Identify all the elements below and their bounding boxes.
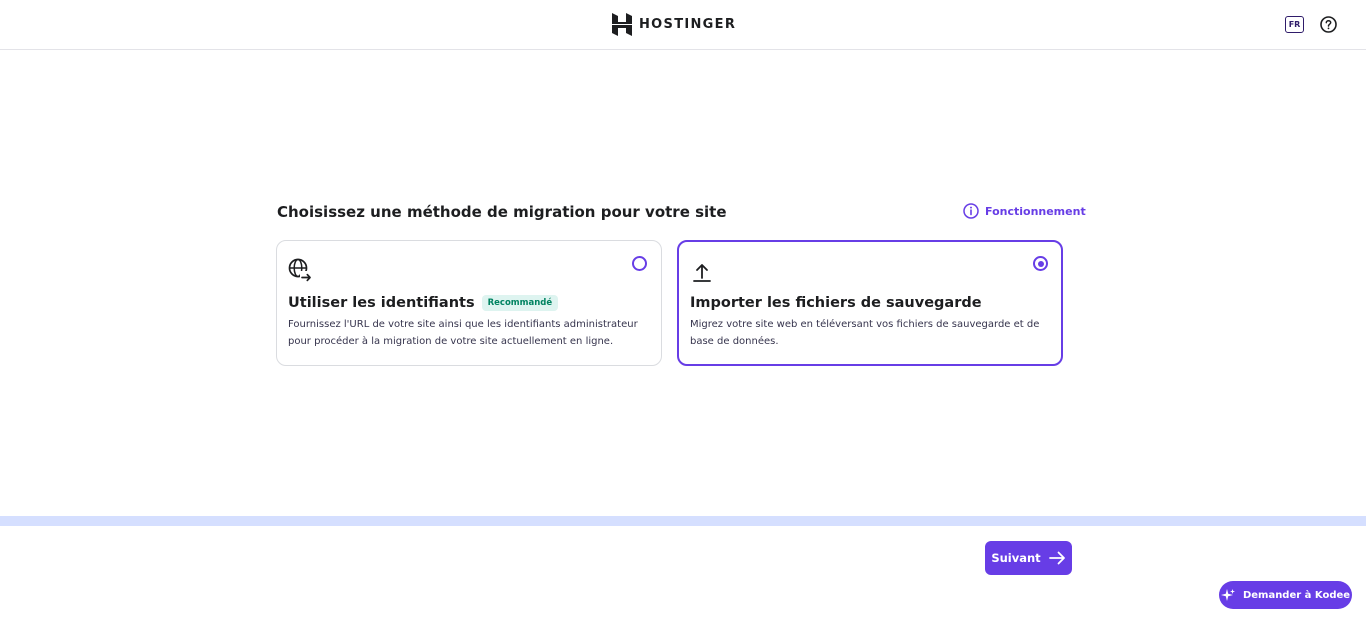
info-circle-icon (963, 203, 979, 219)
ask-kodee-label: Demander à Kodee (1242, 589, 1351, 601)
option-backup-radio[interactable] (1033, 256, 1048, 271)
progress-bar (0, 516, 1366, 526)
language-button[interactable]: FR (1285, 16, 1304, 33)
option-backup-card[interactable]: Importer les fichiers de sauvegarde Migr… (677, 240, 1063, 366)
arrow-right-icon (1048, 551, 1065, 565)
brand-name: HOSTINGER (639, 17, 737, 32)
progress-fill (0, 516, 1366, 526)
top-header: HOSTINGER FR (0, 0, 1366, 50)
how-it-works-link[interactable]: Fonctionnement (963, 203, 1086, 219)
how-it-works-label: Fonctionnement (985, 204, 1086, 218)
globe-arrow-icon (288, 258, 312, 282)
hostinger-logo[interactable]: HOSTINGER (612, 13, 736, 36)
next-button[interactable]: Suivant (985, 541, 1072, 575)
page-title: Choisissez une méthode de migration pour… (277, 203, 727, 221)
radio-selected-dot (1037, 260, 1044, 267)
option-backup-description: Migrez votre site web en téléversant vos… (690, 319, 1040, 347)
next-button-label: Suivant (991, 551, 1041, 565)
recommended-badge: Recommandé (481, 295, 559, 311)
option-backup-title: Importer les fichiers de sauvegarde (690, 295, 982, 311)
option-credentials-radio[interactable] (632, 256, 647, 271)
ask-kodee-button[interactable]: Demander à Kodee (1219, 581, 1352, 609)
option-credentials-description: Fournissez l'URL de votre site ainsi que… (288, 319, 638, 347)
upload-icon (693, 264, 711, 282)
option-credentials-title-text: Utiliser les identifiants (288, 295, 475, 311)
option-credentials-card[interactable]: Utiliser les identifiants Recommandé Fou… (276, 240, 662, 366)
option-backup-title-text: Importer les fichiers de sauvegarde (690, 295, 982, 311)
kodee-sparkle-icon (1220, 588, 1235, 601)
option-credentials-title: Utiliser les identifiants Recommandé (288, 295, 559, 311)
hostinger-logo-icon (612, 13, 632, 36)
help-circle-icon[interactable] (1320, 16, 1337, 33)
